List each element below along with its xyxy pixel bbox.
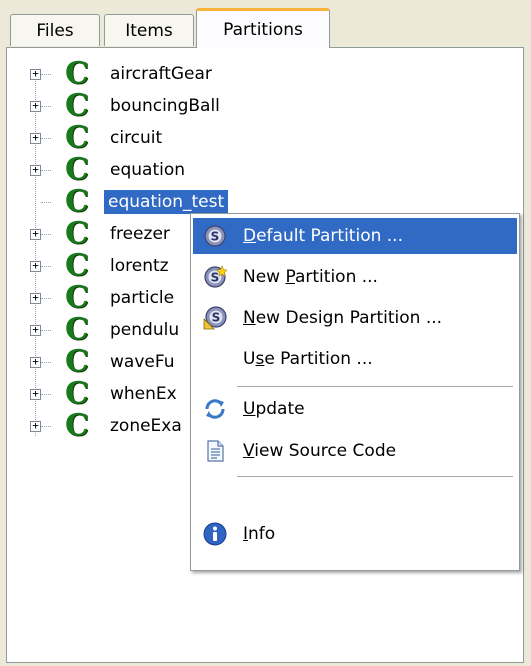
- tab-partitions[interactable]: Partitions: [196, 8, 330, 48]
- tree-connector: [41, 234, 51, 235]
- tree-connector: [41, 74, 51, 75]
- class-c-icon: C: [65, 312, 89, 347]
- tab-files[interactable]: Files: [10, 14, 100, 46]
- svg-text:S: S: [211, 230, 220, 244]
- tab-partitions-label: Partitions: [223, 19, 303, 40]
- menu-item-update[interactable]: Update: [193, 391, 517, 427]
- tree-node-label[interactable]: freezer: [107, 222, 173, 246]
- expand-plus-icon[interactable]: +: [30, 324, 41, 336]
- menu-item-label: Default Partition ...: [243, 226, 403, 246]
- tree-node-label[interactable]: particle: [107, 286, 177, 310]
- expand-plus-icon[interactable]: +: [30, 228, 41, 240]
- tree-node-label[interactable]: lorentz: [107, 254, 172, 278]
- class-c-icon: C: [65, 248, 89, 283]
- menu-separator: [237, 386, 513, 387]
- expand-plus-icon[interactable]: +: [30, 164, 41, 176]
- class-c-icon: C: [65, 88, 89, 123]
- tree-node-label[interactable]: aircraftGear: [107, 62, 215, 86]
- tree-node-label[interactable]: pendulu: [107, 318, 182, 342]
- menu-item-label: New Design Partition ...: [243, 308, 443, 328]
- tree-node-label[interactable]: whenEx: [107, 382, 180, 406]
- info-icon: [203, 522, 227, 546]
- expand-plus-icon[interactable]: +: [30, 356, 41, 368]
- menu-separator: [237, 476, 513, 477]
- class-c-icon: C: [65, 152, 89, 187]
- menu-item-default-partition[interactable]: S Default Partition ...: [193, 218, 517, 254]
- expand-plus-icon[interactable]: +: [30, 132, 41, 144]
- tree-node[interactable]: + Cequation: [7, 154, 507, 186]
- tree-node-label[interactable]: waveFu: [107, 350, 177, 374]
- menu-item-label: View Source Code: [243, 441, 397, 461]
- tree-node-label[interactable]: equation: [107, 158, 188, 182]
- tab-items[interactable]: Items: [104, 14, 194, 46]
- menu-item-use-partition[interactable]: Use Partition ...: [193, 341, 517, 377]
- tree-connector: [41, 394, 51, 395]
- context-menu: S Default Partition ... S New Partition …: [190, 213, 520, 571]
- source-code-icon: [207, 440, 224, 462]
- menu-item-view-source-code[interactable]: View Source Code: [193, 433, 517, 469]
- class-c-icon: C: [65, 376, 89, 411]
- svg-text:S: S: [212, 311, 221, 325]
- update-icon: [205, 399, 225, 419]
- expand-plus-icon[interactable]: +: [30, 420, 41, 432]
- svg-text:S: S: [211, 271, 220, 285]
- menu-item-label: Info: [243, 524, 276, 544]
- tree-connector: [41, 106, 51, 107]
- partitions-browser-window: Files Items Partitions + CaircraftGear + Cb…: [0, 0, 531, 666]
- tree-connector: [41, 426, 51, 427]
- tree-node-label[interactable]: circuit: [107, 126, 165, 150]
- tree-connector: [41, 362, 51, 363]
- menu-item-new-design-partition[interactable]: S New Design Partition ...: [193, 300, 517, 336]
- class-c-icon: C: [65, 344, 89, 379]
- tab-items-label: Items: [125, 20, 173, 41]
- menu-item-info[interactable]: Info: [193, 516, 517, 552]
- tree-node-label[interactable]: bouncingBall: [107, 94, 223, 118]
- menu-item-new-partition[interactable]: S New Partition ...: [193, 259, 517, 295]
- partition-icon: S: [204, 225, 226, 247]
- tree-node[interactable]: + CaircraftGear: [7, 58, 507, 90]
- tree-connector: [41, 170, 51, 171]
- tree-connector: [41, 298, 51, 299]
- design-partition-icon: S: [203, 306, 227, 330]
- expand-plus-icon[interactable]: +: [30, 100, 41, 112]
- menu-item-label: New Partition ...: [243, 267, 378, 287]
- tree-connector: [41, 202, 51, 203]
- tree-connector: [41, 330, 51, 331]
- new-partition-icon: S: [204, 265, 227, 288]
- tree-connector: [41, 138, 51, 139]
- class-c-icon: C: [65, 184, 89, 219]
- tab-files-label: Files: [36, 20, 74, 41]
- menu-item-label: Use Partition ...: [243, 349, 373, 369]
- class-c-icon: C: [65, 216, 89, 251]
- tree-node[interactable]: + Ccircuit: [7, 122, 507, 154]
- class-c-icon: C: [65, 280, 89, 315]
- tree-connector: [41, 266, 51, 267]
- expand-plus-icon[interactable]: +: [30, 388, 41, 400]
- tree-node[interactable]: + CbouncingBall: [7, 90, 507, 122]
- expand-plus-icon[interactable]: +: [30, 260, 41, 272]
- class-c-icon: C: [65, 408, 89, 443]
- class-c-icon: C: [65, 120, 89, 155]
- menu-item-label: Update: [243, 399, 305, 419]
- class-c-icon: C: [65, 56, 89, 91]
- tree-node-label[interactable]: zoneExa: [107, 414, 185, 438]
- tree-node-label[interactable]: equation_test: [102, 189, 230, 215]
- expand-plus-icon[interactable]: +: [30, 68, 41, 80]
- expand-plus-icon[interactable]: +: [30, 292, 41, 304]
